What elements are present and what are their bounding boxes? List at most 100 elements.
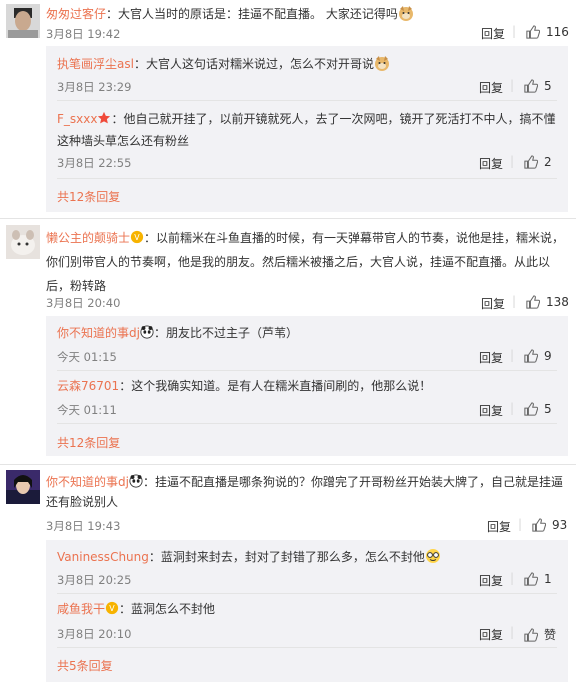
divider xyxy=(57,178,557,179)
divider: | xyxy=(518,517,523,531)
reply-author[interactable]: 你不知道的事dj xyxy=(57,326,140,340)
like-count: 138 xyxy=(546,295,569,309)
thumbs-up-icon xyxy=(524,155,538,169)
comment-time: 3月8日 20:40 xyxy=(46,296,121,310)
more-replies-link[interactable]: 共12条回复 xyxy=(57,188,120,205)
divider xyxy=(57,647,557,648)
like-button[interactable]: 93 xyxy=(532,518,567,532)
like-button[interactable]: 1 xyxy=(524,572,552,586)
divider: | xyxy=(510,154,515,168)
avatar[interactable] xyxy=(6,470,40,504)
thumbs-up-icon xyxy=(524,79,538,93)
reply-body: 云森76701：这个我确实知道。是有人在糯米直播间刷的，他那么说！ xyxy=(57,378,557,394)
like-count: 93 xyxy=(552,518,568,532)
comment-time: 3月8日 19:43 xyxy=(46,519,121,533)
divider: | xyxy=(510,348,515,362)
nerd-emoji-icon xyxy=(425,549,440,563)
avatar-image xyxy=(6,470,40,504)
thumbs-up-icon xyxy=(526,295,540,309)
reply-button[interactable]: 回复 xyxy=(479,79,503,96)
reply-body: 你不知道的事dj ：朋友比不过主子（芦苇） xyxy=(57,325,557,341)
comment-time: 3月8日 19:42 xyxy=(46,27,121,41)
divider: | xyxy=(512,294,517,308)
like-count: 5 xyxy=(544,402,552,416)
reply-author[interactable]: 云森76701 xyxy=(57,379,119,393)
more-replies-link[interactable]: 共5条回复 xyxy=(57,657,113,674)
like-button[interactable]: 116 xyxy=(526,25,569,39)
like-count: 2 xyxy=(544,155,552,169)
panda-badge-icon xyxy=(140,325,154,339)
thumbs-up-icon xyxy=(524,402,538,416)
divider: | xyxy=(510,571,515,585)
svg-text:V: V xyxy=(134,233,140,242)
reply-time: 今天 01:11 xyxy=(57,403,117,417)
vip-badge-icon: V xyxy=(105,601,119,615)
reply-text: ：大官人这句话对糯米说过，怎么不对开哥说 xyxy=(133,57,374,71)
reply-text: ：蓝洞怎么不封他 xyxy=(119,602,216,616)
reply-body: 执笔画浮尘asl：大官人这句话对糯米说过，怎么不对开哥说 xyxy=(57,55,557,72)
reply-button[interactable]: 回复 xyxy=(479,572,503,589)
like-count: 5 xyxy=(544,79,552,93)
like-button[interactable]: 5 xyxy=(524,79,552,93)
comment-author[interactable]: 匆匆过客仔 xyxy=(46,7,106,21)
reply-author[interactable]: 执笔画浮尘asl xyxy=(57,57,134,71)
reply-author[interactable]: VaninessChung xyxy=(57,550,149,564)
vip-badge-icon: V xyxy=(130,230,144,244)
comment-text: ：大官人当时的原话是：挂逼不配直播。 大家还记得吗 xyxy=(106,7,398,21)
comment-body: 匆匆过客仔：大官人当时的原话是：挂逼不配直播。 大家还记得吗 xyxy=(46,5,566,22)
reply-time: 3月8日 23:29 xyxy=(57,80,132,94)
reply-text: ：朋友比不过主子（芦苇） xyxy=(153,326,298,340)
reply-text: ：他自己就开挂了，以前开镜就死人，去了一次网吧，镜开了死活打不中人，搞不懂这种墙… xyxy=(57,112,556,148)
comment-body: 你不知道的事dj ：挂逼不配直播是哪条狗说的？你蹭完了开哥粉丝开始装大牌了，自己就… xyxy=(46,472,566,512)
reply-time: 今天 01:15 xyxy=(57,350,117,364)
avatar[interactable] xyxy=(6,225,40,259)
like-button[interactable]: 赞 xyxy=(524,626,556,643)
divider: | xyxy=(512,24,517,38)
divider xyxy=(57,370,557,371)
like-button[interactable]: 9 xyxy=(524,349,552,363)
divider xyxy=(57,593,557,594)
reply-button[interactable]: 回复 xyxy=(487,518,511,535)
reply-text: ：蓝洞封来封去，封对了封错了那么多，怎么不封他 xyxy=(148,550,425,564)
doge-emoji-icon xyxy=(374,56,389,71)
reply-button[interactable]: 回复 xyxy=(481,295,505,312)
reply-button[interactable]: 回复 xyxy=(479,626,503,643)
more-replies-link[interactable]: 共12条回复 xyxy=(57,434,120,451)
like-button[interactable]: 138 xyxy=(526,295,569,309)
comment-body: 懒公主的颠骑士 V ：以前糯米在斗鱼直播的时候，有一天弹幕带官人的节奏，说他是挂，糯… xyxy=(46,226,566,298)
reply-author[interactable]: 咸鱼我干 xyxy=(57,602,105,616)
thumbs-up-icon xyxy=(532,518,546,532)
avatar[interactable] xyxy=(6,4,40,38)
reply-button[interactable]: 回复 xyxy=(481,25,505,42)
thumbs-up-icon xyxy=(524,572,538,586)
thumbs-up-icon xyxy=(526,25,540,39)
star-badge-icon xyxy=(98,111,111,124)
divider xyxy=(0,218,576,219)
divider: | xyxy=(510,78,515,92)
like-button[interactable]: 5 xyxy=(524,402,552,416)
comment-author[interactable]: 你不知道的事dj xyxy=(46,475,129,489)
like-count: 9 xyxy=(544,349,552,363)
comment-author[interactable]: 懒公主的颠骑士 xyxy=(46,231,130,245)
avatar-image xyxy=(6,225,40,259)
like-button[interactable]: 2 xyxy=(524,155,552,169)
reply-text: ：这个我确实知道。是有人在糯米直播间刷的，他那么说！ xyxy=(119,379,432,393)
svg-text:V: V xyxy=(109,604,115,613)
reply-time: 3月8日 20:10 xyxy=(57,627,132,641)
thumbs-up-icon xyxy=(524,349,538,363)
reply-author[interactable]: F_sxxx xyxy=(57,112,97,126)
thumbs-up-icon xyxy=(524,627,538,642)
reply-body: F_sxxx ：他自己就开挂了，以前开镜就死人，去了一次网吧，镜开了死活打不中人，… xyxy=(57,108,557,152)
reply-button[interactable]: 回复 xyxy=(479,349,503,366)
reply-button[interactable]: 回复 xyxy=(479,402,503,419)
avatar-image xyxy=(6,4,40,38)
like-count: 1 xyxy=(544,572,552,586)
like-count: 赞 xyxy=(544,628,557,642)
divider: | xyxy=(510,401,515,415)
doge-emoji-icon xyxy=(398,6,413,21)
reply-body: VaninessChung：蓝洞封来封去，封对了封错了那么多，怎么不封他 xyxy=(57,548,557,565)
reply-time: 3月8日 22:55 xyxy=(57,156,132,170)
reply-button[interactable]: 回复 xyxy=(479,155,503,172)
divider: | xyxy=(510,625,515,639)
reply-body: 咸鱼我干 V ：蓝洞怎么不封他 xyxy=(57,601,557,617)
